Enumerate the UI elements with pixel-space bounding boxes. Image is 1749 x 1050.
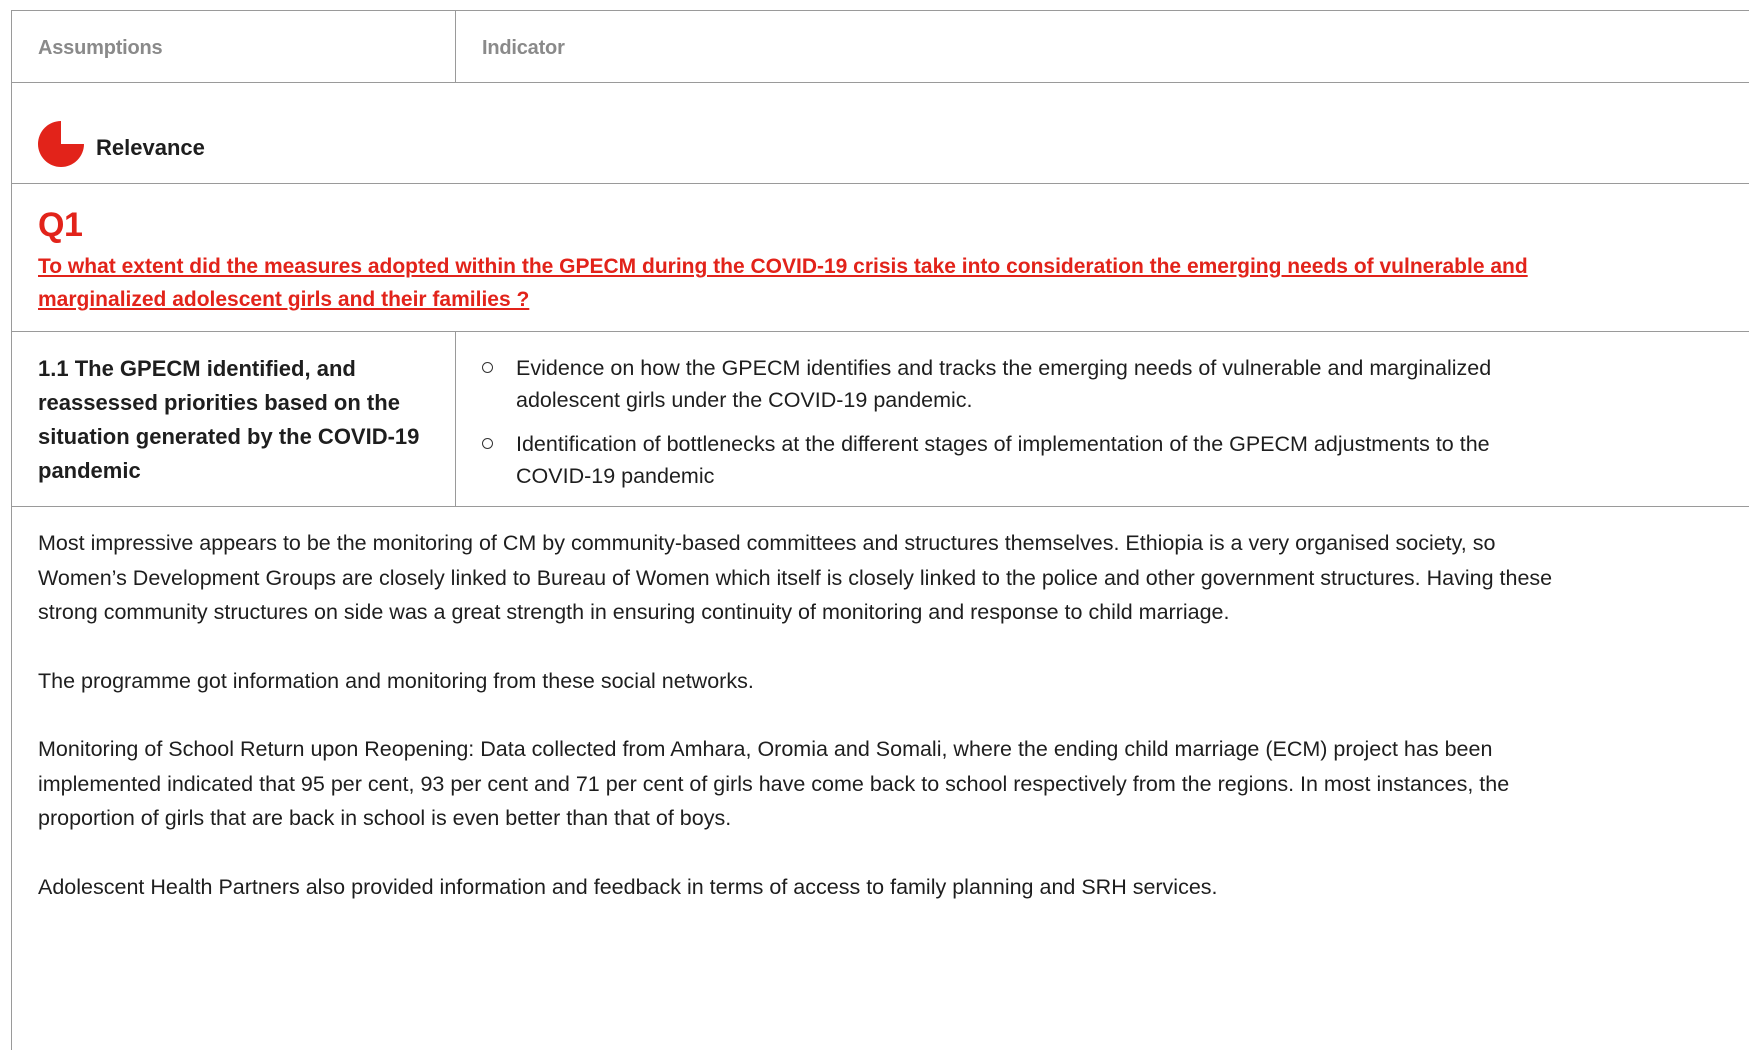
circle-bullet-icon <box>482 362 493 373</box>
column-divider <box>455 332 456 506</box>
indicator-text: Identification of bottlenecks at the dif… <box>516 432 1490 488</box>
findings-body: Most impressive appears to be the monito… <box>38 526 1563 938</box>
indicator-item: Identification of bottlenecks at the dif… <box>482 428 1562 492</box>
body-paragraph: The programme got information and monito… <box>38 668 754 693</box>
criterion-row: 1.1 The GPECM identified, and reassessed… <box>12 332 1749 507</box>
body-paragraph: Most impressive appears to be the monito… <box>38 531 1553 624</box>
question-number: Q1 <box>38 206 83 244</box>
assumption-title: 1.1 The GPECM identified, and reassessed… <box>38 356 420 483</box>
indicator-list: Evidence on how the GPECM identifies and… <box>482 352 1562 504</box>
relevance-section-row: Relevance <box>12 83 1749 184</box>
assumptions-header: Assumptions <box>38 37 163 59</box>
indicator-item: Evidence on how the GPECM identifies and… <box>482 352 1562 416</box>
body-paragraph: Monitoring of School Return upon Reopeni… <box>38 737 1510 830</box>
pie-quarter-icon <box>38 121 84 167</box>
body-paragraph: Adolescent Health Partners also provided… <box>38 874 1218 899</box>
indicator-header: Indicator <box>482 37 565 59</box>
indicator-text: Evidence on how the GPECM identifies and… <box>516 356 1492 412</box>
question-row: Q1 To what extent did the measures adopt… <box>12 184 1749 332</box>
assessment-table: Assumptions Indicator Relevance Q1 To wh… <box>11 10 1749 1050</box>
table-header-row: Assumptions Indicator <box>12 11 1749 83</box>
question-text: To what extent did the measures adopted … <box>38 255 1528 311</box>
relevance-label: Relevance <box>96 135 205 160</box>
column-divider <box>455 11 456 82</box>
circle-bullet-icon <box>482 438 493 449</box>
